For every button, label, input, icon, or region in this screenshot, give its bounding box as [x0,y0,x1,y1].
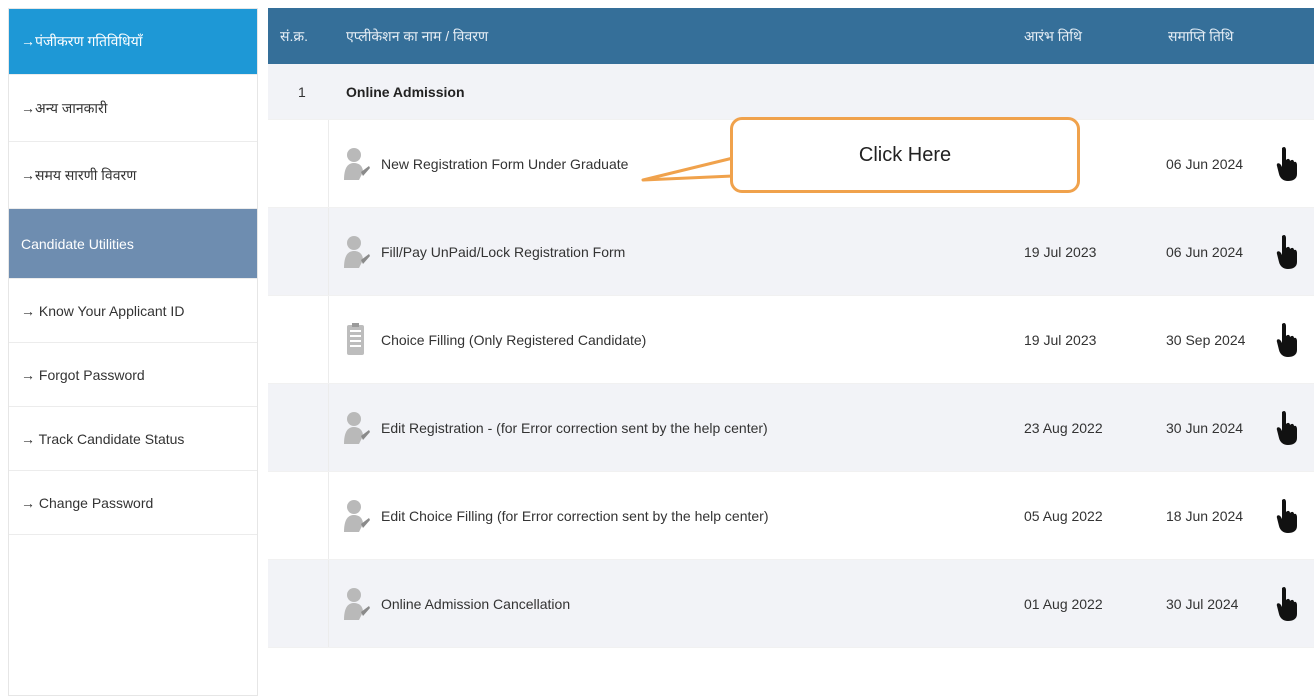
sidebar-item-schedule-details[interactable]: →समय सारणी विवरण [9,142,257,209]
sidebar-item-other-info[interactable]: →अन्य जानकारी [9,75,257,142]
row-link-choice-filling[interactable]: Choice Filling (Only Registered Candidat… [381,332,646,348]
group-title: Online Admission [346,83,465,100]
table-row: Fill/Pay UnPaid/Lock Registration Form 1… [268,208,1314,296]
pointing-hand-icon[interactable] [1276,586,1298,622]
callout-text: Click Here [858,143,952,166]
table-header: सं.क्र. एप्लीकेशन का नाम / विवरण आरंभ ति… [268,8,1314,64]
header-serial-number: सं.क्र. [280,27,308,44]
sidebar: →पंजीकरण गतिविधियाँ →अन्य जानकारी →समय स… [8,8,258,696]
user-icon [344,411,370,444]
row-start-date: 01 Aug 2022 [1024,595,1103,612]
sidebar-item-change-password[interactable]: → Change Password [9,471,257,535]
row-link-new-registration[interactable]: New Registration Form Under Graduate [381,156,628,172]
pointing-hand-icon[interactable] [1276,146,1298,182]
group-row: 1 Online Admission [268,64,1314,120]
row-action [1260,410,1314,446]
row-name-cell: Online Admission Cancellation [328,560,1004,647]
sidebar-item-track-candidate-status[interactable]: → Track Candidate Status [9,407,257,471]
user-icon [344,147,370,180]
table-row: Choice Filling (Only Registered Candidat… [268,296,1314,384]
user-icon [344,235,370,268]
row-link-fill-pay-registration[interactable]: Fill/Pay UnPaid/Lock Registration Form [381,244,625,260]
click-here-callout: Click Here [730,117,1080,193]
row-action [1260,322,1314,358]
row-start-date: 23 Aug 2022 [1024,419,1103,436]
sidebar-item-forgot-password[interactable]: → Forgot Password [9,343,257,407]
table-row: Edit Choice Filling (for Error correctio… [268,472,1314,560]
header-application-name: एप्लीकेशन का नाम / विवरण [346,27,489,44]
row-name-cell: Fill/Pay UnPaid/Lock Registration Form [328,208,1004,295]
user-icon [344,587,370,620]
row-link-admission-cancellation[interactable]: Online Admission Cancellation [381,596,570,612]
row-name-cell: Choice Filling (Only Registered Candidat… [328,296,1004,383]
header-start-date: आरंभ तिथि [1024,27,1082,44]
row-name-cell: Edit Registration - (for Error correctio… [328,384,1004,471]
row-end-date: 30 Sep 2024 [1166,331,1246,348]
row-start-date: 19 Jul 2023 [1024,331,1097,348]
row-link-edit-registration[interactable]: Edit Registration - (for Error correctio… [381,420,768,436]
row-end-date: 06 Jun 2024 [1166,155,1244,172]
user-icon [344,499,370,532]
pointing-hand-icon[interactable] [1276,410,1298,446]
sidebar-item-know-applicant-id[interactable]: → Know Your Applicant ID [9,279,257,343]
row-end-date: 30 Jun 2024 [1166,419,1244,436]
row-start-date: 05 Aug 2022 [1024,507,1103,524]
row-link-edit-choice-filling[interactable]: Edit Choice Filling (for Error correctio… [381,508,769,524]
row-action [1260,586,1314,622]
applications-table: सं.क्र. एप्लीकेशन का नाम / विवरण आरंभ ति… [268,8,1314,648]
row-name-cell: Edit Choice Filling (for Error correctio… [328,472,1004,559]
sidebar-item-registration-activities[interactable]: →पंजीकरण गतिविधियाँ [9,9,257,75]
row-end-date: 18 Jun 2024 [1166,507,1244,524]
table-row: Edit Registration - (for Error correctio… [268,384,1314,472]
document-icon [347,322,364,355]
header-end-date: समाप्ति तिथि [1168,27,1234,44]
row-start-date: 19 Jul 2023 [1024,243,1097,260]
pointing-hand-icon[interactable] [1276,498,1298,534]
row-end-date: 06 Jun 2024 [1166,243,1244,260]
row-action [1260,146,1314,182]
table-row: Online Admission Cancellation 01 Aug 202… [268,560,1314,648]
pointing-hand-icon[interactable] [1276,234,1298,270]
group-serial-number: 1 [298,83,306,100]
row-end-date: 30 Jul 2024 [1166,595,1239,612]
sidebar-section-candidate-utilities: Candidate Utilities [9,209,257,279]
row-action [1260,498,1314,534]
row-action [1260,234,1314,270]
pointing-hand-icon[interactable] [1276,322,1298,358]
